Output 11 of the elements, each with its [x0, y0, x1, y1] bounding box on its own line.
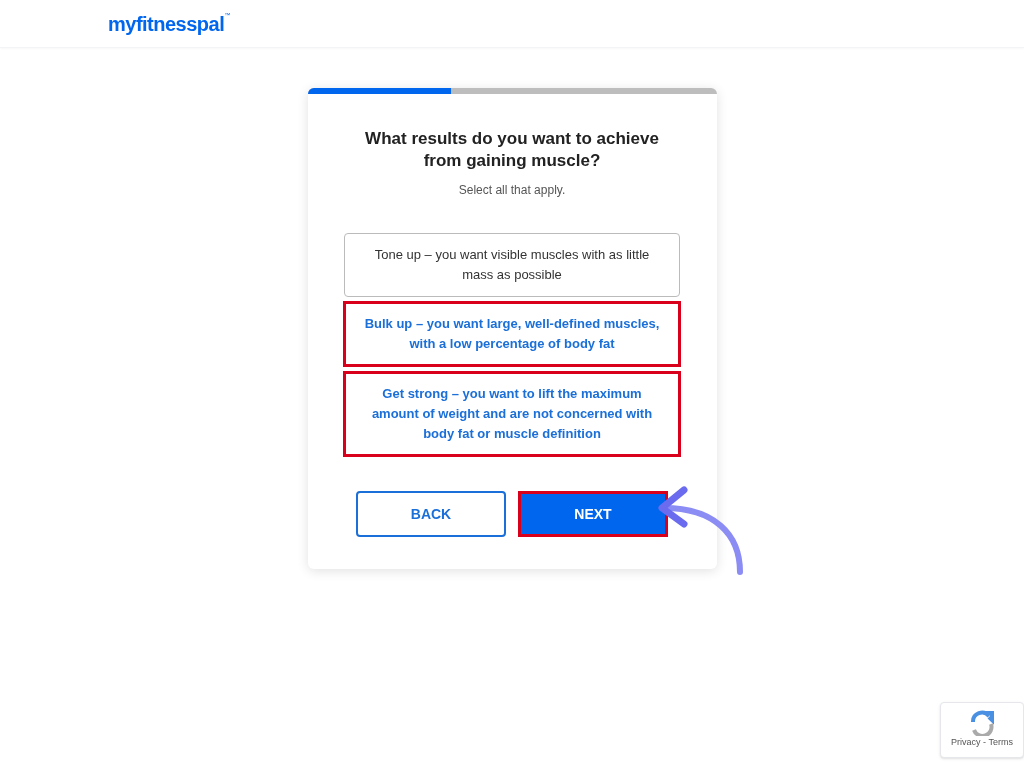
answer-option[interactable]: Bulk up – you want large, well-defined muscles, with a low percentage of body fat — [343, 301, 681, 367]
recaptcha-badge[interactable]: Privacy - Terms — [940, 702, 1024, 758]
question-title: What results do you want to achieve from gaining muscle? — [364, 128, 660, 172]
answer-option[interactable]: Tone up – you want visible muscles with as little mass as possible — [344, 233, 680, 297]
back-button[interactable]: BACK — [356, 491, 506, 537]
next-button[interactable]: NEXT — [518, 491, 668, 537]
recaptcha-logo-icon — [969, 710, 995, 737]
logo[interactable]: myfitnesspal — [108, 8, 225, 39]
answer-option[interactable]: Get strong – you want to lift the maximum amount of weight and are not concerned with body fat or muscle definition — [343, 371, 681, 457]
question-hint: Select all that apply. — [457, 182, 567, 199]
privacy-terms-text[interactable]: Privacy - Terms — [951, 736, 1013, 750]
